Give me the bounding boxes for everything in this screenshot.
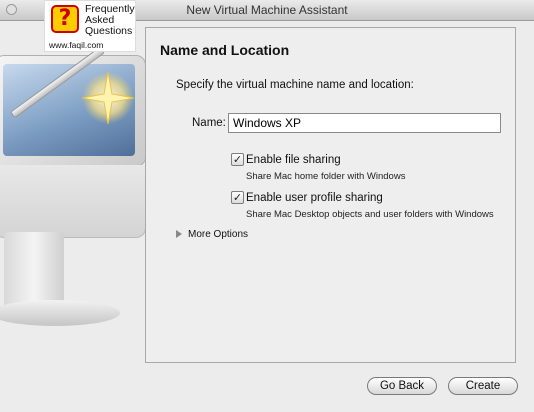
name-label: Name: xyxy=(192,117,226,129)
monitor-chin-illustration xyxy=(0,165,146,238)
assistant-window: New Virtual Machine Assistant ? Frequent… xyxy=(0,0,534,412)
sparkle-star-icon xyxy=(81,71,135,125)
disclosure-triangle-icon[interactable] xyxy=(176,230,182,239)
file-sharing-help: Share Mac home folder with Windows xyxy=(246,171,406,182)
question-mark-icon: ? xyxy=(51,5,79,33)
logo-url: www.faqil.com xyxy=(49,40,104,50)
more-options-label[interactable]: More Options xyxy=(188,229,248,240)
file-sharing-label[interactable]: Enable file sharing xyxy=(246,154,341,166)
page-title: Name and Location xyxy=(160,42,290,58)
more-options-disclosure[interactable]: More Options xyxy=(176,229,248,240)
monitor-base-illustration xyxy=(0,300,120,326)
page-description: Specify the virtual machine name and loc… xyxy=(176,79,414,91)
faq-logo: ? Frequently Asked Questions www.faqil.c… xyxy=(44,0,136,52)
create-button[interactable]: Create xyxy=(448,377,518,395)
profile-sharing-checkbox[interactable]: ✓ xyxy=(231,191,244,204)
logo-line-3: Questions xyxy=(85,25,133,37)
name-location-panel: Name and Location Specify the virtual ma… xyxy=(145,27,516,363)
profile-sharing-help: Share Mac Desktop objects and user folde… xyxy=(246,209,494,220)
logo-text: Frequently Asked Questions xyxy=(85,4,135,37)
vm-name-input[interactable] xyxy=(228,113,501,133)
go-back-button[interactable]: Go Back xyxy=(367,377,437,395)
profile-sharing-label[interactable]: Enable user profile sharing xyxy=(246,192,383,204)
file-sharing-checkbox[interactable]: ✓ xyxy=(231,153,244,166)
